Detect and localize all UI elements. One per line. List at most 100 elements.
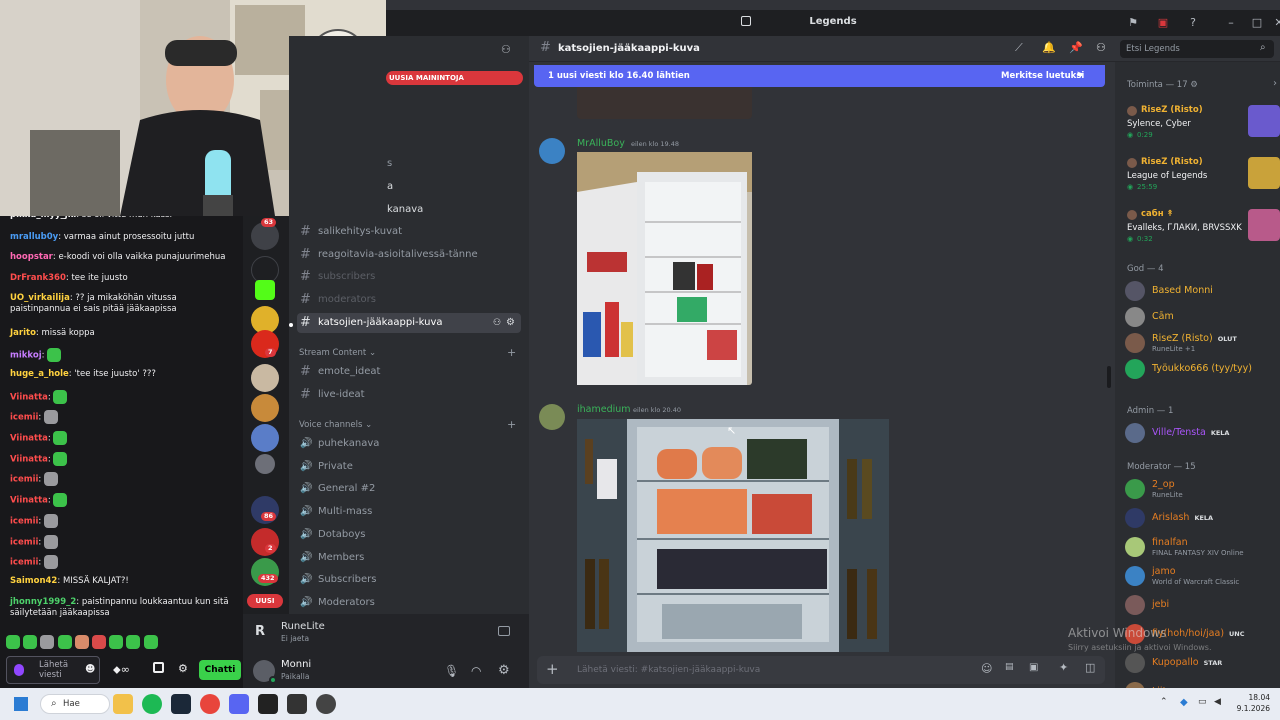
add-channel-icon[interactable]: + [507,418,516,431]
invite-icon[interactable]: ⚇ [501,43,511,56]
member-item[interactable]: Kupopallo STAR [1125,650,1280,676]
new-unreads-pill[interactable]: UUSI [247,594,283,608]
avatar[interactable] [539,404,565,430]
search-icon[interactable]: ⌕ [1260,42,1266,53]
chat-username[interactable]: huge_a_hole [10,369,69,379]
add-member-icon[interactable]: ⚇ [493,313,501,333]
activity-card[interactable]: RiseZ (Risto) League of Legends 25:59 ◉ [1121,152,1280,196]
voice-channel[interactable]: 🔊 General #2 [297,479,521,499]
inbox-flag-icon[interactable]: ⚑ [1124,14,1142,32]
chat-username[interactable]: icemii [10,517,38,527]
member-item[interactable]: Ville/Tensta KELA [1125,420,1280,446]
voice-channel[interactable]: 🔊 Members [297,548,521,568]
headphones-icon[interactable]: ◠ [471,664,481,678]
member-item[interactable]: finalfan FINAL FANTASY XIV Online [1125,534,1280,560]
channel-partial[interactable]: a [387,181,393,192]
member-item[interactable]: jebi [1125,592,1280,618]
emoji-icon[interactable]: ☺ [981,662,992,675]
chat-username[interactable]: icemii [10,413,38,423]
app-icon[interactable] [258,694,278,714]
channel-partial[interactable]: kanava [387,204,423,215]
spotify-icon[interactable] [142,694,162,714]
add-attachment-icon[interactable]: + [546,660,559,678]
chat-username[interactable]: icemii [10,558,38,568]
chat-username[interactable]: mrallub0y [10,232,58,242]
emote[interactable] [23,635,38,649]
emote[interactable] [74,635,89,649]
emoji-icon[interactable]: ☻ [85,664,95,675]
emote[interactable] [40,635,55,649]
settings-icon[interactable]: ⚙ [178,662,188,675]
mark-read-button[interactable]: Merkitse luetuksi [1001,65,1084,87]
server-icon[interactable] [251,528,279,556]
chat-username[interactable]: Viinatta [10,434,48,444]
taskbar-date[interactable]: 9.1.2026 [1228,704,1270,713]
member-item[interactable]: Cām [1125,304,1280,330]
taskbar-search[interactable]: ⌕ Hae [40,694,110,714]
apps-icon[interactable]: ✦ [1059,661,1068,674]
voice-channel[interactable]: 🔊 Moderators [297,593,521,613]
start-icon[interactable] [14,697,28,711]
obs-icon[interactable] [316,694,336,714]
chat-send-button[interactable]: Chatti [199,660,241,680]
tray-app-icon[interactable]: ◆ [1180,697,1188,708]
chat-username[interactable]: mikkoj [10,351,42,361]
voice-channel[interactable]: 🔊 puhekanava [297,434,521,454]
new-messages-bar[interactable]: 1 uusi viesti klo 16.40 lähtien Merkitse… [534,65,1105,87]
screen-share-icon[interactable]: ▣ [1154,14,1172,32]
member-item[interactable]: jamo World of Warcraft Classic [1125,563,1280,589]
message-composer[interactable]: + Lähetä viesti: #katsojien-jääkaappi-ku… [537,656,1105,684]
voice-channel[interactable]: 🔊 Subscribers [297,570,521,590]
steam-icon[interactable] [171,694,191,714]
discord-icon[interactable] [229,694,249,714]
chat-username[interactable]: icemii [10,475,38,485]
store-icon[interactable] [153,662,164,673]
mic-icon[interactable] [14,664,24,676]
chat-username[interactable]: DrFrank360 [10,273,66,283]
chat-username[interactable]: jhonny1999_2 [10,597,76,607]
chrome-icon[interactable] [200,694,220,714]
activity-card[interactable]: сабн ↟ Evalleks, ГЛАКИ, BRVSSXK 0:32 ◉ [1121,204,1280,248]
activity-card[interactable]: RiseZ (Risto) Sylence, Cyber 0:29 ◉ [1121,100,1280,144]
chat-username[interactable]: Viinatta [10,496,48,506]
member-item[interactable]: RiseZ (Risto) OLUT RuneLite +1 [1125,330,1280,356]
help-icon[interactable]: ? [1184,14,1202,32]
volume-icon[interactable]: ◀ [1214,697,1221,707]
emote[interactable] [6,635,20,649]
emote[interactable] [91,635,106,649]
emote[interactable] [109,635,124,649]
tray-chevron-icon[interactable]: ⌃ [1160,697,1168,707]
channel-moderators[interactable]: # moderators [297,290,521,310]
member-item[interactable]: Arislash KELA [1125,505,1280,531]
gif-icon[interactable]: ▤ [1005,662,1014,672]
scrollbar-thumb[interactable] [1107,366,1111,388]
chat-input[interactable]: Lähetä viesti ☻ [6,656,100,684]
chat-username[interactable]: Jarito [10,328,36,338]
member-item[interactable]: Liitamanga [1125,679,1280,688]
channel-emote-ideat[interactable]: # emote_ideat [297,362,521,382]
chat-username[interactable]: Saimon42 [10,576,57,586]
avatar[interactable] [539,138,565,164]
fridge-photo-full[interactable] [577,419,889,652]
category-voice-channels[interactable]: Voice channels ⌄ [299,420,372,430]
mentions-banner[interactable]: UUSIA MAININTOJA [386,71,523,85]
server-icon[interactable] [251,364,279,392]
fridge-photo-open-door[interactable] [577,152,752,385]
bits-icon[interactable]: ⬥∞ [113,663,130,677]
member-item[interactable]: 2_op RuneLite [1125,476,1280,502]
microphone-icon[interactable]: 🎙 [444,664,459,678]
channel-katsojien-jaakaappi-kuva[interactable]: # katsojien-jääkaappi-kuva ⚇ ⚙ [297,313,521,333]
member-list-icon[interactable]: ⚇ [1096,41,1106,54]
emote[interactable] [126,635,141,649]
channel-partial[interactable]: s [387,158,392,169]
gear-icon[interactable]: ⚙ [506,313,515,333]
chat-username[interactable]: Viinatta [10,393,48,403]
notification-bell-icon[interactable]: 🔔 [1042,41,1056,54]
member-item[interactable]: Based Monni [1125,278,1280,304]
gift-icon[interactable]: ◫ [1085,661,1095,674]
member-item[interactable]: Työukko666 (tyy/tyy) [1125,356,1280,382]
file-explorer-icon[interactable] [113,694,133,714]
server-icon[interactable] [251,424,279,452]
search-input[interactable]: Etsi Legends ⌕ [1120,40,1274,58]
chat-username[interactable]: UO_virkailija [10,293,70,303]
